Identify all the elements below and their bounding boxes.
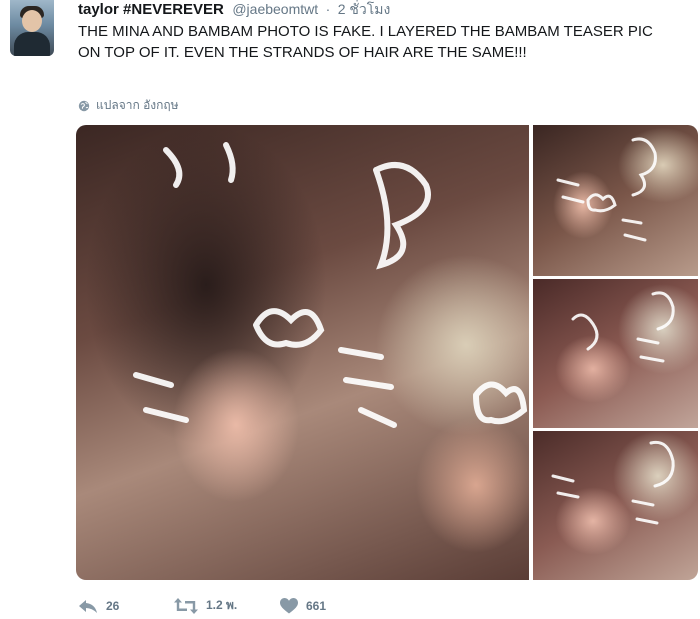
tweet-timestamp[interactable]: 2 ชั่วโมง	[338, 1, 391, 17]
retweet-icon	[174, 597, 198, 614]
doodle-overlay	[551, 440, 675, 525]
like-count: 661	[306, 598, 327, 613]
display-name[interactable]: taylor #NEVEREVER	[78, 1, 224, 18]
tweet-actions: 26 1.2 พ. 661	[78, 596, 380, 615]
separator: ·	[325, 1, 331, 17]
user-avatar[interactable]	[10, 0, 54, 56]
media-photo-thumb-2[interactable]	[533, 279, 698, 428]
globe-icon	[78, 100, 90, 111]
media-photo-thumb-1[interactable]	[533, 125, 698, 276]
like-button[interactable]: 661	[280, 597, 380, 614]
user-handle[interactable]: @jaebeomtwt	[232, 1, 318, 17]
translate-label: แปลจาก อังกฤษ	[96, 98, 179, 112]
retweet-count: 1.2 พ.	[206, 598, 238, 612]
media-photo-thumb-3[interactable]	[533, 431, 698, 580]
retweet-button[interactable]: 1.2 พ.	[174, 596, 280, 615]
tweet-header: taylor #NEVEREVER @jaebeomtwt · 2 ชั่วโม…	[78, 0, 390, 20]
tweet-media-grid	[76, 125, 698, 580]
doodle-overlay	[556, 137, 657, 242]
avatar-face	[22, 10, 42, 32]
media-photo-main[interactable]	[76, 125, 529, 580]
translate-link[interactable]: แปลจาก อังกฤษ	[78, 96, 179, 115]
doodle-overlay	[133, 142, 528, 428]
tweet-text: THE MINA AND BAMBAM PHOTO IS FAKE. I LAY…	[78, 23, 653, 61]
reply-count: 26	[106, 598, 120, 613]
avatar-body	[14, 32, 50, 56]
reply-icon	[79, 599, 97, 613]
reply-button[interactable]: 26	[78, 598, 174, 614]
doodle-overlay	[571, 291, 675, 363]
heart-icon	[280, 597, 298, 613]
